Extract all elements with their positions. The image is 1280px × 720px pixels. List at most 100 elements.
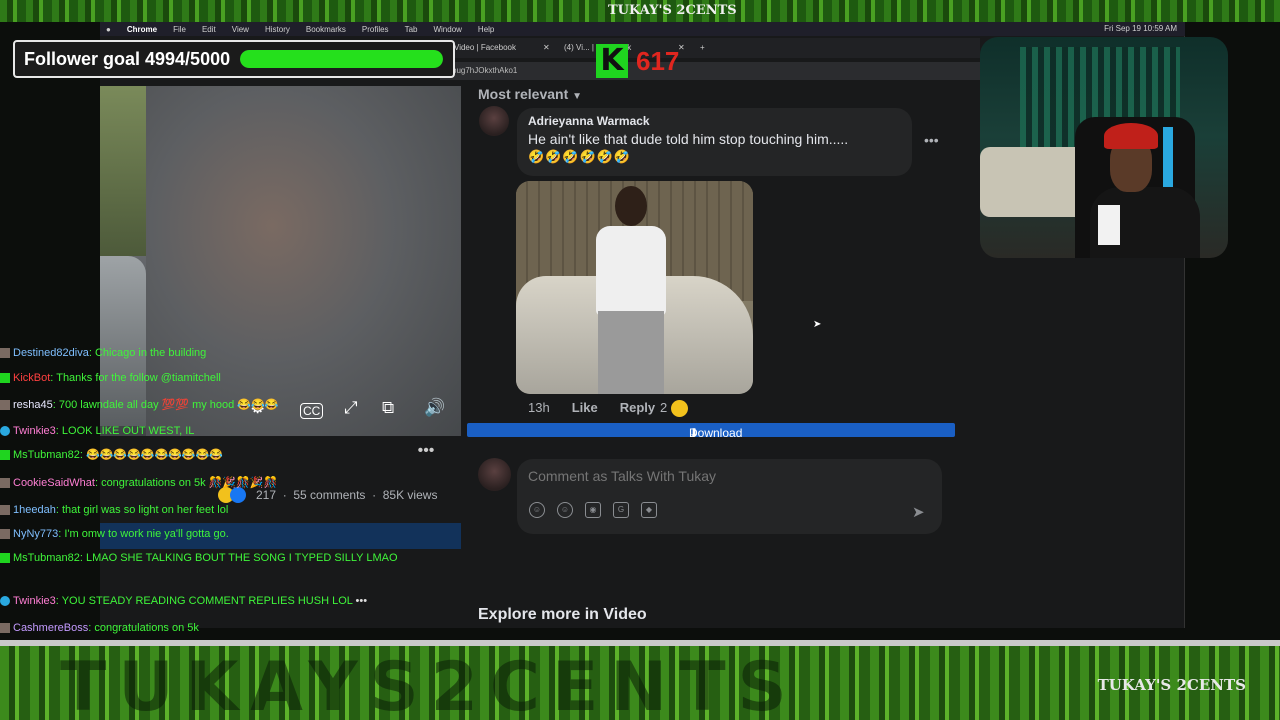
menu-edit[interactable]: Edit <box>202 25 216 34</box>
comment-sort-label: Most relevant <box>478 86 569 102</box>
composer-toolbar: ☺ ☺ ◉ G ◆ <box>529 502 657 518</box>
user-badge-icon <box>0 505 10 516</box>
chat-line: KickBot: Thanks for the follow @tiamitch… <box>0 369 440 388</box>
kick-viewer-count: K 617 <box>596 44 679 78</box>
tab-close-icon[interactable]: ✕ <box>543 43 550 52</box>
new-tab-icon[interactable]: + <box>700 43 705 52</box>
brand-logo-bottom: TUKAY'S 2CENTS <box>1097 676 1246 694</box>
mac-menubar: ● Chrome File Edit View History Bookmark… <box>100 22 1185 36</box>
comment-time[interactable]: 13h <box>528 400 550 415</box>
bot-badge-icon <box>0 373 10 384</box>
menu-profiles[interactable]: Profiles <box>362 25 389 34</box>
comment-reply-button[interactable]: Reply <box>620 400 655 415</box>
menu-bookmarks[interactable]: Bookmarks <box>306 25 346 34</box>
menu-tab[interactable]: Tab <box>405 25 418 34</box>
gif-icon[interactable]: G <box>613 502 629 518</box>
og-badge-icon <box>0 553 10 564</box>
chat-username[interactable]: MsTubman82 <box>13 552 80 564</box>
chat-line: MsTubman82: LMAO SHE TALKING BOUT THE SO… <box>0 549 420 568</box>
menu-window[interactable]: Window <box>433 25 461 34</box>
comment-composer: ☺ ☺ ◉ G ◆ <box>517 459 942 534</box>
chat-message: that girl was so light on her feet lol <box>61 504 229 516</box>
chat-username[interactable]: 1heedah <box>13 504 56 516</box>
og-badge-icon <box>0 450 10 461</box>
chat-username[interactable]: Destined82diva <box>13 347 89 359</box>
subscriber-badge-icon <box>0 426 10 437</box>
chat-username[interactable]: MsTubman82 <box>13 449 80 461</box>
comment-actions: 13h Like Reply <box>528 400 655 415</box>
menu-app[interactable]: Chrome <box>127 25 157 34</box>
chat-line: NyNy773: I'm omw to work nie ya'll gotta… <box>0 525 440 544</box>
chat-line: Destined82diva: Chicago in the building <box>0 344 440 363</box>
kick-logo-icon: K <box>596 44 628 78</box>
chat-username[interactable]: Twinkie3 <box>13 595 56 607</box>
follower-goal-label: Follower goal 4994/5000 <box>24 48 231 69</box>
chat-line: Twinkie3: YOU STEADY READING COMMENT REP… <box>0 592 440 611</box>
menubar-clock: Fri Sep 19 10:59 AM <box>1104 24 1177 33</box>
comment-input[interactable] <box>528 468 908 484</box>
chat-line: CookieSaidWhat: congratulations on 5k 🎊🎉… <box>0 474 440 493</box>
my-avatar[interactable] <box>478 458 511 491</box>
kick-viewers-number: 617 <box>636 45 680 76</box>
chat-message: congratulations on 5k <box>94 622 199 634</box>
commenter-avatar[interactable] <box>479 106 509 136</box>
follower-goal-fill <box>240 50 443 68</box>
chat-message: 700 lawndale all day 💯💯 my hood 😂😂😂 <box>58 399 279 411</box>
brand-watermark: TUKAYS2CENTS <box>60 648 799 720</box>
comment-more-icon[interactable]: ••• <box>924 132 939 148</box>
chevron-down-icon: ▼ <box>572 91 583 102</box>
address-bar[interactable]: bug7hJOkxthAko1 <box>440 62 980 80</box>
download-label: Download <box>689 426 743 437</box>
menu-help[interactable]: Help <box>478 25 494 34</box>
chat-username[interactable]: CashmereBoss <box>13 622 88 634</box>
comment-author[interactable]: Adrieyanna Warmack <box>528 114 901 128</box>
tab-video-facebook[interactable]: Video | Facebook <box>454 43 516 52</box>
comment-emojis: 🤣🤣🤣🤣🤣🤣 <box>528 149 632 164</box>
send-icon[interactable]: ➤ <box>912 503 925 521</box>
chat-message: congratulations on 5k 🎊🎉🎊🎉🎊 <box>101 477 278 489</box>
chat-message: Thanks for the follow @tiamitchell <box>56 372 221 384</box>
chat-line: resha45: 700 lawndale all day 💯💯 my hood… <box>0 396 440 415</box>
camera-icon[interactable]: ◉ <box>585 502 601 518</box>
brand-logo-top: TUKAY'S 2CENTS <box>608 3 737 18</box>
comment-reaction-number: 2 <box>660 400 668 415</box>
menu-file[interactable]: File <box>173 25 186 34</box>
follower-goal-widget: Follower goal 4994/5000 <box>13 40 455 78</box>
video-trees <box>100 86 146 256</box>
chat-message: Chicago in the building <box>94 347 207 359</box>
comment-photo[interactable] <box>516 181 753 394</box>
sticker-icon[interactable]: ◆ <box>641 502 657 518</box>
comment-sort-dropdown[interactable]: Most relevant ▼ <box>478 86 582 102</box>
comment-bubble: Adrieyanna Warmack He ain't like that du… <box>517 108 912 176</box>
laugh-reaction-icon <box>670 400 688 418</box>
subscriber-badge-icon <box>0 596 10 607</box>
comment-like-button[interactable]: Like <box>572 400 598 415</box>
chat-message: I'm omw to work nie ya'll gotta go. <box>64 528 229 540</box>
emoji-icon[interactable]: ☺ <box>557 502 573 518</box>
chat-message: LMAO SHE TALKING BOUT THE SONG I TYPED S… <box>85 552 398 564</box>
user-badge-icon <box>0 529 10 540</box>
chat-message: 😂😂😂😂😂😂😂😂😂😂 <box>85 449 223 461</box>
chat-username[interactable]: resha45 <box>13 399 53 411</box>
chat-line: 1heedah: that girl was so light on her f… <box>0 501 440 520</box>
chat-username[interactable]: CookieSaidWhat <box>13 477 95 489</box>
user-badge-icon <box>0 348 10 359</box>
avatar-sticker-icon[interactable]: ☺ <box>529 502 545 518</box>
user-badge-icon <box>0 623 10 634</box>
menu-history[interactable]: History <box>265 25 290 34</box>
chat-username[interactable]: NyNy773 <box>13 528 58 540</box>
follower-goal-track <box>240 50 443 68</box>
chat-message: YOU STEADY READING COMMENT REPLIES HUSH … <box>61 595 353 607</box>
chat-line: CashmereBoss: congratulations on 5k <box>0 619 440 638</box>
comment-reaction-count[interactable]: 2 <box>660 400 688 418</box>
background-bottom: TUKAYS2CENTS TUKAY'S 2CENTS <box>0 640 1280 720</box>
chat-more-icon[interactable]: ••• <box>356 595 368 607</box>
download-button[interactable]: ⬇ Download <box>467 423 955 437</box>
chat-username[interactable]: KickBot <box>13 372 50 384</box>
apple-icon[interactable]: ● <box>106 25 111 34</box>
chat-username[interactable]: Twinkie3 <box>13 425 56 437</box>
comment-text: He ain't like that dude told him stop to… <box>528 131 849 147</box>
browser-tabbar: Video | Facebook ✕ (4) Vi... | Facebook … <box>440 38 980 58</box>
menu-view[interactable]: View <box>232 25 249 34</box>
explore-more-heading[interactable]: Explore more in Video <box>478 606 647 624</box>
